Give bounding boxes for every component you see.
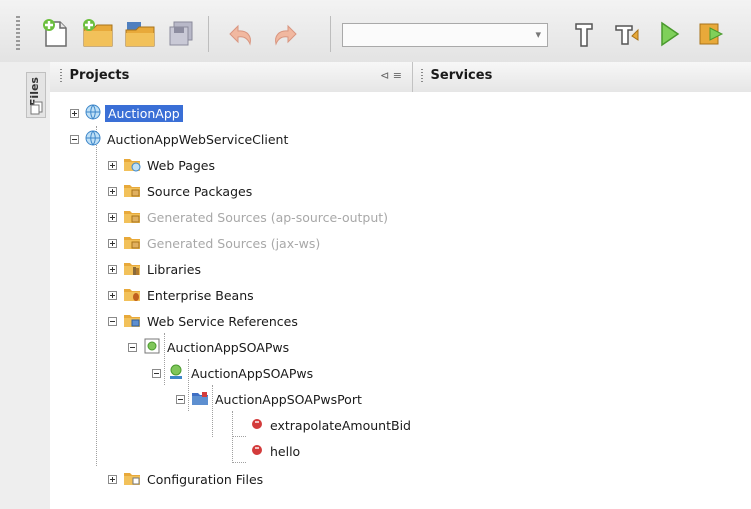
port-icon (191, 389, 209, 410)
chevron-down-icon[interactable]: ▾ (535, 28, 541, 41)
build-icon[interactable] (608, 16, 644, 52)
operation-icon (250, 417, 264, 434)
operation-icon (250, 443, 264, 460)
collapse-icon[interactable] (70, 134, 79, 144)
tree-connector (232, 462, 246, 463)
config-folder-icon (123, 469, 141, 490)
tab-services-label: Services (430, 68, 493, 83)
tab-grip (421, 68, 423, 83)
explorer-tab-bar: Projects ⊲ ≡ Services (50, 62, 751, 93)
libraries-folder-icon (123, 259, 141, 280)
expand-icon[interactable] (108, 264, 117, 274)
clean-build-icon[interactable] (566, 16, 602, 52)
projects-tree: AuctionApp AuctionAppWebServiceClient We… (50, 92, 751, 509)
collapse-icon[interactable] (176, 394, 185, 404)
wsdl-icon (143, 337, 161, 358)
tab-projects-label: Projects (69, 68, 130, 83)
save-all-icon[interactable] (164, 16, 200, 52)
tree-node-client[interactable]: AuctionAppWebServiceClient (70, 126, 288, 152)
main-toolbar: ▾ (0, 0, 751, 63)
tree-node-label: Generated Sources (jax-ws) (147, 235, 321, 251)
side-tab-strip (0, 62, 51, 509)
tree-node-label: AuctionAppWebServiceClient (107, 131, 289, 147)
toolbar-separator (330, 16, 331, 52)
tree-node-auctionapp[interactable]: AuctionApp (70, 100, 183, 126)
tree-node-label: AuctionAppSOAPws (167, 339, 290, 355)
tree-node-operation-hello[interactable]: hello (250, 438, 300, 464)
beans-folder-icon (123, 285, 141, 306)
tree-node-generated-sources-jaxws[interactable]: Generated Sources (jax-ws) (108, 230, 320, 256)
tree-node-label: Enterprise Beans (147, 287, 254, 303)
expand-icon[interactable] (108, 186, 117, 196)
undo-icon[interactable] (224, 16, 260, 52)
tree-node-service[interactable]: AuctionAppSOAPws (152, 360, 313, 386)
tree-node-label: Configuration Files (147, 471, 264, 487)
globe-icon (85, 130, 101, 149)
tree-node-generated-sources-ap[interactable]: Generated Sources (ap-source-output) (108, 204, 388, 230)
new-file-icon[interactable] (38, 16, 74, 52)
expand-icon[interactable] (108, 212, 117, 222)
tree-node-web-service-references[interactable]: Web Service References (108, 308, 298, 334)
tree-connector (232, 436, 246, 437)
tree-node-operation-extrapolate[interactable]: extrapolateAmountBid (250, 412, 411, 438)
tab-services[interactable]: Services (412, 62, 751, 92)
tab-projects[interactable]: Projects ⊲ ≡ (60, 62, 408, 92)
collapse-icon[interactable] (128, 342, 137, 352)
expand-icon[interactable] (70, 108, 79, 118)
configuration-combo[interactable]: ▾ (342, 23, 548, 47)
expand-icon[interactable] (108, 474, 117, 484)
menu-icon[interactable]: ≡ (393, 69, 402, 82)
expand-icon[interactable] (108, 290, 117, 300)
debug-icon[interactable] (694, 16, 730, 52)
web-pages-folder-icon (123, 155, 141, 176)
run-icon[interactable] (652, 16, 688, 52)
tree-node-port[interactable]: AuctionAppSOAPwsPort (176, 386, 362, 412)
tree-node-label: extrapolateAmountBid (270, 417, 411, 433)
tree-node-label: AuctionAppSOAPwsPort (215, 391, 362, 407)
globe-icon (85, 104, 101, 123)
expand-icon[interactable] (108, 238, 117, 248)
tree-node-source-packages[interactable]: Source Packages (108, 178, 252, 204)
new-project-icon[interactable] (80, 16, 116, 52)
generated-folder-icon (123, 233, 141, 254)
tree-node-label: AuctionAppSOAPws (191, 365, 314, 381)
tree-node-label: Source Packages (147, 183, 253, 199)
tree-node-label: Web Pages (147, 157, 215, 173)
tree-node-enterprise-beans[interactable]: Enterprise Beans (108, 282, 254, 308)
tree-connector (96, 126, 97, 466)
tab-controls: ⊲ ≡ (380, 62, 402, 90)
tree-node-web-pages[interactable]: Web Pages (108, 152, 215, 178)
tree-node-label: Libraries (147, 261, 201, 277)
tree-node-label: AuctionApp (105, 104, 183, 122)
toolbar-grip[interactable] (16, 16, 20, 52)
tree-node-label: Web Service References (147, 313, 298, 329)
generated-folder-icon (123, 207, 141, 228)
open-project-icon[interactable] (122, 16, 158, 52)
collapse-icon[interactable] (108, 316, 117, 326)
tree-node-libraries[interactable]: Libraries (108, 256, 201, 282)
ws-references-folder-icon (123, 311, 141, 332)
files-icon (30, 101, 44, 118)
redo-icon[interactable] (266, 16, 302, 52)
tree-node-label: Generated Sources (ap-source-output) (147, 209, 389, 225)
files-tab[interactable]: Files (26, 72, 46, 118)
tree-node-configuration-files[interactable]: Configuration Files (108, 466, 263, 492)
tree-node-wsdl[interactable]: AuctionAppSOAPws (128, 334, 289, 360)
tree-connector (232, 411, 233, 463)
minimize-icon[interactable]: ⊲ (380, 69, 389, 82)
toolbar-separator (208, 16, 209, 52)
source-folder-icon (123, 181, 141, 202)
tree-node-label: hello (270, 443, 301, 459)
tab-grip (60, 68, 62, 83)
collapse-icon[interactable] (152, 368, 161, 378)
expand-icon[interactable] (108, 160, 117, 170)
service-icon (167, 363, 185, 384)
